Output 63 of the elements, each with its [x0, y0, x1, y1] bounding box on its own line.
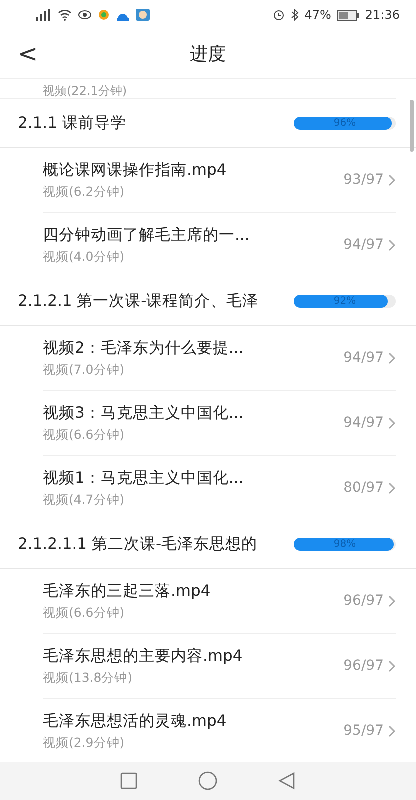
scrollbar: [410, 100, 414, 152]
item-title: 视频1：马克思主义中国化...: [43, 468, 245, 488]
battery-icon: [337, 10, 360, 20]
wifi-icon: [58, 9, 72, 21]
item-title: 毛泽东思想的主要内容.mp4: [43, 646, 244, 666]
home-icon[interactable]: [198, 771, 218, 791]
item-subtitle: 视频(6.6分钟): [43, 604, 126, 622]
page-title: 进度: [190, 43, 226, 66]
alarm-icon: [272, 9, 285, 21]
bluetooth-icon: [290, 9, 299, 21]
video-item[interactable]: 四分钟动画了解毛主席的一... 视频(4.0分钟) 94/97: [43, 213, 396, 277]
video-item[interactable]: 概论课网课操作指南.mp4 视频(6.2分钟) 93/97: [43, 148, 396, 213]
progress-count: 94/97: [344, 415, 384, 431]
item-subtitle: 视频(4.0分钟): [43, 248, 126, 266]
item-subtitle: 视频(7.0分钟): [43, 362, 126, 378]
recents-icon[interactable]: [120, 772, 138, 790]
signal-icon: [34, 9, 52, 21]
item-subtitle: 视频(22.1分钟): [43, 84, 128, 98]
video-item[interactable]: 视频3：马克思主义中国化... 视频(6.6分钟) 94/97: [43, 391, 396, 456]
progress-count: 96/97: [344, 658, 384, 674]
progress-percent: 92%: [332, 294, 358, 308]
section-title: 2.1.1 课前导学: [18, 112, 128, 134]
clock-time: 21:36: [365, 8, 400, 22]
progress-count: 94/97: [344, 350, 384, 366]
chevron-icon: [388, 724, 396, 738]
back-button[interactable]: <: [12, 38, 44, 70]
chevron-icon: [388, 174, 396, 186]
progress-count: 95/97: [344, 723, 384, 739]
battery-percent: 47%: [304, 8, 332, 22]
item-title: 四分钟动画了解毛主席的一...: [43, 224, 251, 246]
progress-count: 93/97: [344, 172, 384, 188]
progress-count: 80/97: [344, 480, 384, 496]
chevron-icon: [388, 594, 396, 608]
app-icon: [98, 9, 110, 21]
progress-percent: 96%: [332, 116, 358, 130]
chevron-icon: [388, 238, 396, 252]
item-subtitle: 视频(4.7分钟): [43, 492, 126, 508]
item-title: 概论课网课操作指南.mp4: [43, 160, 228, 180]
item-title: 视频3：马克思主义中国化...: [43, 402, 245, 424]
item-title: 视频2：毛泽东为什么要提...: [43, 338, 245, 358]
eye-icon: [78, 9, 92, 21]
video-item[interactable]: 视频2：毛泽东为什么要提... 视频(7.0分钟) 94/97: [43, 326, 396, 391]
chevron-icon: [388, 416, 396, 430]
chevron-icon: [388, 352, 396, 364]
item-subtitle: 视频(13.8分钟): [43, 670, 134, 686]
chevron-icon: [388, 482, 396, 494]
video-item[interactable]: 毛泽东思想的主要内容.mp4 视频(13.8分钟) 96/97: [43, 634, 396, 699]
item-title: 毛泽东的三起三落.mp4: [43, 580, 212, 602]
item-subtitle: 视频(2.9分钟): [43, 734, 126, 752]
back-icon[interactable]: [278, 772, 296, 790]
item-subtitle: 视频(6.2分钟): [43, 184, 126, 200]
progress-count: 94/97: [344, 237, 384, 253]
progress-count: 96/97: [344, 593, 384, 609]
section-title: 2.1.2.1.1 第二次课-毛泽东思想的: [18, 534, 259, 554]
video-item[interactable]: 视频1：马克思主义中国化... 视频(4.7分钟) 80/97: [43, 456, 396, 520]
item-title: 毛泽东思想活的灵魂.mp4: [43, 710, 228, 732]
video-item[interactable]: 毛泽东思想活的灵魂.mp4 视频(2.9分钟) 95/97: [43, 699, 396, 763]
chevron-icon: [388, 660, 396, 672]
item-subtitle: 视频(6.6分钟): [43, 426, 126, 444]
avatar-icon: [136, 9, 150, 21]
section-title: 2.1.2.1 第一次课-课程简介、毛泽: [18, 290, 260, 312]
progress-percent: 98%: [332, 538, 358, 550]
video-item[interactable]: 毛泽东的三起三落.mp4 视频(6.6分钟) 96/97: [43, 569, 396, 634]
